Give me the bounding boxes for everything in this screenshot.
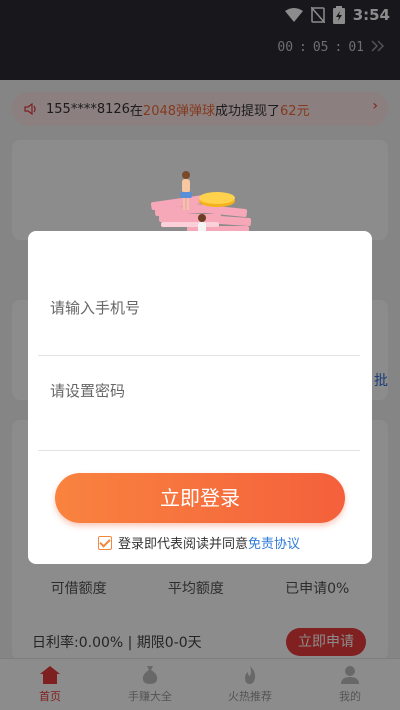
disclaimer-link[interactable]: 免责协议 — [248, 533, 300, 552]
login-dialog: 立即登录 登录即代表阅读并同意 免责协议 — [28, 231, 372, 564]
agree-text: 登录即代表阅读并同意 — [118, 537, 249, 552]
agree-checkbox[interactable] — [98, 535, 112, 550]
password-field-wrap — [38, 369, 360, 451]
agreement-row: 登录即代表阅读并同意 免责协议 — [98, 533, 300, 552]
phone-field-wrap — [38, 281, 360, 356]
phone-input[interactable] — [38, 288, 360, 328]
password-input[interactable] — [38, 371, 360, 411]
login-button[interactable]: 立即登录 — [55, 473, 345, 523]
